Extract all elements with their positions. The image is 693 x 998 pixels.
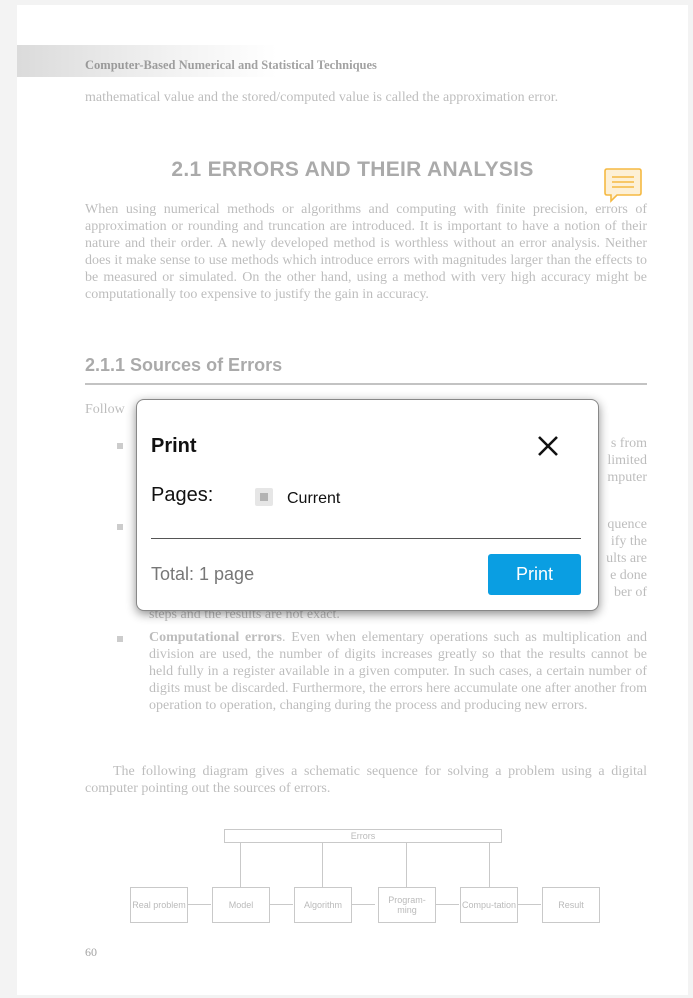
bullet-marker [117,524,123,530]
diagram-arrow [269,904,293,905]
dialog-title: Print [151,435,197,457]
bullet1-fragments: s from limited mputer [599,435,647,486]
dialog-divider [151,538,581,539]
diagram-connector [322,842,323,887]
diagram-step: Program-ming [378,887,436,923]
running-head: Computer-Based Numerical and Statistical… [85,58,377,72]
bullet3-title: Computational errors [149,630,283,645]
diagram-intro: The following diagram gives a schematic … [85,764,647,796]
intro-text: mathematical value and the stored/comput… [85,90,559,105]
bullet1-line: limited [607,453,647,468]
close-icon[interactable] [535,433,561,459]
diagram-step: Algorithm [294,887,352,923]
note-icon[interactable] [603,167,643,203]
total-pages-text: Total: 1 page [151,564,255,584]
subsection-rule [85,383,647,385]
bullet2-line: ber of [613,585,647,600]
diagram-step: Model [212,887,270,923]
diagram-step: Result [542,887,600,923]
diagram-arrow [435,904,459,905]
diagram-connector [240,842,241,887]
bullet3-text: Computational errors. Even when elementa… [149,629,647,714]
bullet2-line: ify the [610,534,647,549]
diagram-connector [489,842,490,887]
bullet1-line: mputer [607,470,647,485]
section-title: 2.1 ERRORS AND THEIR ANALYSIS [171,158,534,181]
pages-label: Pages: [151,484,214,506]
diagram-step: Real problem [130,887,188,923]
bullet2-fragments: quence ify the ults are e done ber of [592,516,647,601]
diagram-arrow [351,904,375,905]
print-button[interactable]: Print [488,554,581,595]
error-sources-diagram: Errors Real problem Model Algorithm Prog… [129,825,619,935]
subsection-title: 2.1.1 Sources of Errors [85,355,283,375]
page-number: 60 [85,945,97,959]
print-dialog: Print Pages: Current Total: 1 page Print [136,399,599,611]
bullet-marker [117,443,123,449]
checkbox-icon[interactable] [255,488,273,506]
current-page-option[interactable]: Current [287,490,340,508]
diagram-errors-box: Errors [224,829,502,843]
diagram-arrow [517,904,541,905]
diagram-connector [406,842,407,887]
section-paragraph: When using numerical methods or algorith… [85,202,647,302]
diagram-arrow [187,904,211,905]
diagram-step: Compu-tation [460,887,518,923]
bullet-marker [117,636,123,642]
bullet2-line: e done [610,568,647,583]
bullet2-line: ults are [606,551,647,566]
bullet2-line: quence [607,517,647,532]
bullet1-line: s from [610,436,647,451]
